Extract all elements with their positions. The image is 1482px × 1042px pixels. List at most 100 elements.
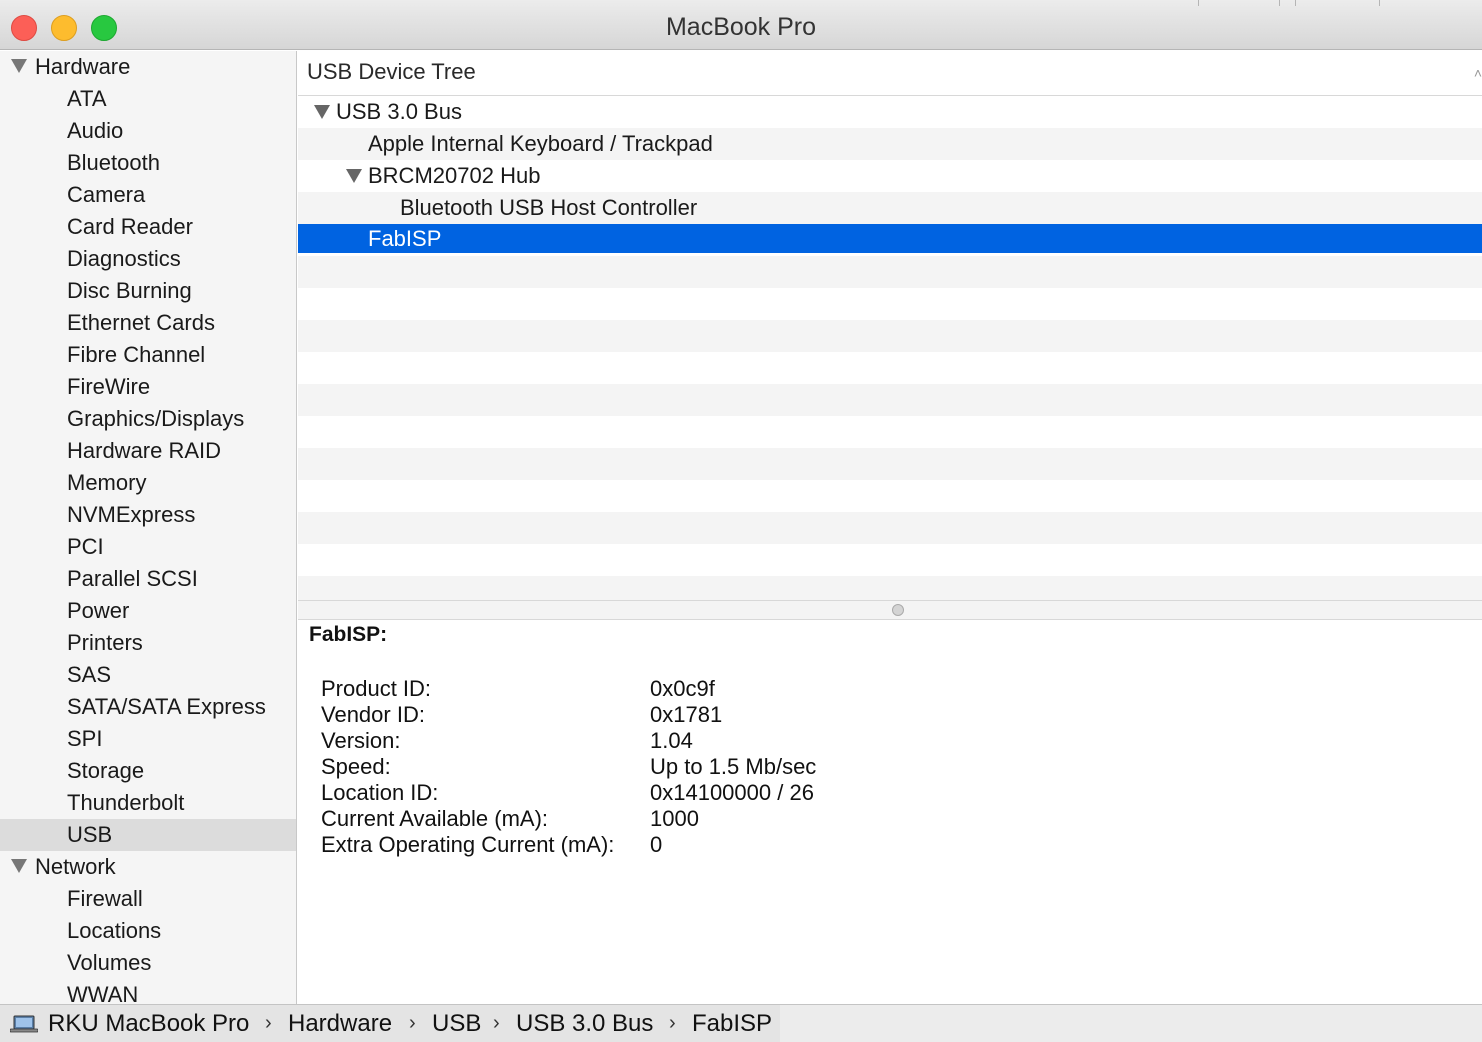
property-value: 1.04 xyxy=(650,728,693,753)
sidebar-item-camera[interactable]: Camera xyxy=(0,179,296,211)
sidebar-item-diagnostics[interactable]: Diagnostics xyxy=(0,243,296,275)
property-value: 0x0c9f xyxy=(650,676,715,701)
sidebar[interactable]: Hardware ATA Audio Bluetooth Camera Card Read… xyxy=(0,51,297,1004)
sidebar-item-label: WWAN xyxy=(67,982,139,1004)
path-separator-icon: › xyxy=(409,1012,416,1034)
disclosure-triangle-icon[interactable] xyxy=(346,169,362,183)
tree-row-fabisp[interactable]: FabISP xyxy=(298,224,1482,253)
property-row-product-id: Product ID: 0x0c9f xyxy=(321,676,1121,702)
device-tree[interactable]: USB 3.0 Bus Apple Internal Keyboard / Tra… xyxy=(298,96,1482,600)
property-row-extra-operating-current-ma: Extra Operating Current (mA): 0 xyxy=(321,832,1121,858)
tree-row-background xyxy=(298,416,1482,448)
sidebar-item-label: Parallel SCSI xyxy=(67,566,198,591)
tree-row-bluetooth-usb-host-controller[interactable]: Bluetooth USB Host Controller xyxy=(298,192,1482,224)
title-bar: MacBook Pro xyxy=(0,0,1482,50)
sidebar-item-memory[interactable]: Memory xyxy=(0,467,296,499)
property-row-current-available-ma: Current Available (mA): 1000 xyxy=(321,806,1121,832)
path-segment-hardware[interactable]: Hardware xyxy=(288,1005,392,1042)
sidebar-item-label: Printers xyxy=(67,630,143,655)
tree-row-brcm20702-hub[interactable]: BRCM20702 Hub xyxy=(298,160,1482,192)
tree-row-background xyxy=(298,352,1482,384)
property-value: 0 xyxy=(650,832,663,857)
path-control[interactable]: RKU MacBook Pro › Hardware › USB › USB 3.0 Bus… xyxy=(0,1005,780,1042)
sidebar-item-printers[interactable]: Printers xyxy=(0,627,296,659)
sidebar-item-parallel-scsi[interactable]: Parallel SCSI xyxy=(0,563,296,595)
path-separator-icon: › xyxy=(493,1012,500,1034)
path-segment-fabisp[interactable]: FabISP xyxy=(692,1005,772,1042)
sidebar-item-volumes[interactable]: Volumes xyxy=(0,947,296,979)
sidebar-item-label: Bluetooth xyxy=(67,150,160,175)
tree-row-background xyxy=(298,480,1482,512)
property-value: 0x1781 xyxy=(650,702,723,727)
tree-header[interactable]: USB Device Tree ˄ xyxy=(298,51,1482,96)
main-panel: USB Device Tree ˄ USB 3.0 Bus Apple Inter… xyxy=(298,51,1482,1004)
sidebar-item-usb[interactable]: USB xyxy=(0,819,296,851)
sidebar-item-card-reader[interactable]: Card Reader xyxy=(0,211,296,243)
sidebar-item-locations[interactable]: Locations xyxy=(0,915,296,947)
sidebar-item-label: Firewall xyxy=(67,886,143,911)
divider-handle-icon[interactable] xyxy=(892,604,904,616)
disclosure-triangle-icon[interactable] xyxy=(11,859,27,873)
tree-row-background xyxy=(298,576,1482,600)
property-key: Product ID: xyxy=(321,676,432,701)
sidebar-item-firewall[interactable]: Firewall xyxy=(0,883,296,915)
sidebar-item-pci[interactable]: PCI xyxy=(0,531,296,563)
sidebar-item-label: Disc Burning xyxy=(67,278,192,303)
sidebar-item-firewire[interactable]: FireWire xyxy=(0,371,296,403)
sidebar-item-label: SPI xyxy=(67,726,103,751)
sidebar-item-disc-burning[interactable]: Disc Burning xyxy=(0,275,296,307)
property-row-speed: Speed: Up to 1.5 Mb/sec xyxy=(321,754,1121,780)
sidebar-item-label: SATA/SATA Express xyxy=(67,694,266,719)
sidebar-item-sas[interactable]: SAS xyxy=(0,659,296,691)
sidebar-item-storage[interactable]: Storage xyxy=(0,755,296,787)
tree-row-apple-internal-keyboard-trackpad[interactable]: Apple Internal Keyboard / Trackpad xyxy=(298,128,1482,160)
tree-row-label: USB 3.0 Bus xyxy=(336,99,462,124)
sidebar-item-thunderbolt[interactable]: Thunderbolt xyxy=(0,787,296,819)
sidebar-item-spi[interactable]: SPI xyxy=(0,723,296,755)
sidebar-item-graphics-displays[interactable]: Graphics/Displays xyxy=(0,403,296,435)
sidebar-item-sata-sata-express[interactable]: SATA/SATA Express xyxy=(0,691,296,723)
property-key: Extra Operating Current (mA): xyxy=(321,832,615,857)
sidebar-item-label: Diagnostics xyxy=(67,246,181,271)
tree-row-background xyxy=(298,384,1482,416)
sidebar-group-label: Network xyxy=(35,854,116,879)
tree-row-label: BRCM20702 Hub xyxy=(368,163,541,188)
sidebar-item-label: Hardware RAID xyxy=(67,438,222,463)
sidebar-item-label: Memory xyxy=(67,470,147,495)
sidebar-item-label: Camera xyxy=(67,182,146,207)
toolbar-control-stub[interactable] xyxy=(1295,0,1380,6)
property-value: 0x14100000 / 26 xyxy=(650,780,814,805)
sidebar-item-audio[interactable]: Audio xyxy=(0,115,296,147)
property-value: 1000 xyxy=(650,806,699,831)
tree-row-background xyxy=(298,448,1482,480)
tree-row-background xyxy=(298,544,1482,576)
sidebar-group-network[interactable]: Network xyxy=(0,851,296,883)
sidebar-item-label: Fibre Channel xyxy=(67,342,206,367)
sidebar-item-fibre-channel[interactable]: Fibre Channel xyxy=(0,339,296,371)
disclosure-triangle-icon[interactable] xyxy=(11,59,27,73)
sidebar-item-nvmexpress[interactable]: NVMExpress xyxy=(0,499,296,531)
sidebar-item-label: Audio xyxy=(67,118,124,143)
sidebar-item-ata[interactable]: ATA xyxy=(0,83,296,115)
sidebar-item-label: Power xyxy=(67,598,130,623)
path-segment-usb[interactable]: USB xyxy=(432,1005,481,1042)
split-view-divider[interactable] xyxy=(298,600,1482,620)
toolbar-control-stub[interactable] xyxy=(1198,0,1280,6)
property-key: Speed: xyxy=(321,754,391,779)
sidebar-item-label: Graphics/Displays xyxy=(67,406,245,431)
sidebar-item-wwan[interactable]: WWAN xyxy=(0,979,296,1004)
sidebar-item-bluetooth[interactable]: Bluetooth xyxy=(0,147,296,179)
sidebar-item-hardware-raid[interactable]: Hardware RAID xyxy=(0,435,296,467)
path-separator-icon: › xyxy=(265,1012,272,1034)
property-key: Location ID: xyxy=(321,780,439,805)
tree-row-usb-3-0-bus[interactable]: USB 3.0 Bus xyxy=(298,96,1482,128)
sidebar-item-label: SAS xyxy=(67,662,112,687)
disclosure-triangle-icon[interactable] xyxy=(314,105,330,119)
sidebar-item-ethernet-cards[interactable]: Ethernet Cards xyxy=(0,307,296,339)
path-segment-usb-3-0-bus[interactable]: USB 3.0 Bus xyxy=(516,1005,653,1042)
sidebar-item-label: Card Reader xyxy=(67,214,193,239)
sidebar-group-hardware[interactable]: Hardware xyxy=(0,51,296,83)
path-segment-rku-macbook-pro[interactable]: RKU MacBook Pro xyxy=(48,1005,249,1042)
sidebar-item-power[interactable]: Power xyxy=(0,595,296,627)
sidebar-item-label: USB xyxy=(67,822,113,847)
